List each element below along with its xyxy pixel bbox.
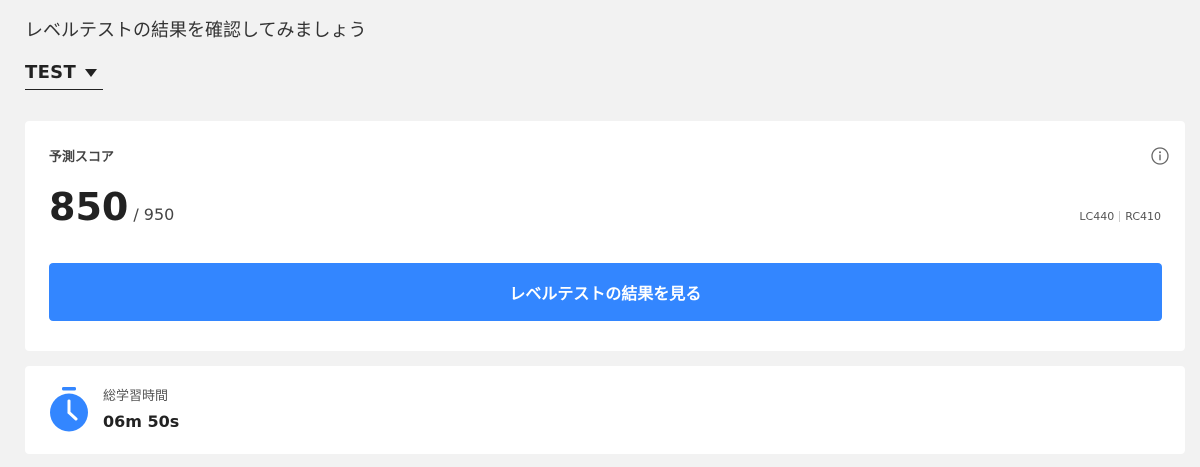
study-time-card: 総学習時間 06m 50s	[25, 366, 1185, 454]
predicted-score-label: 予測スコア	[49, 150, 115, 165]
sub-scores: LC440 RC410	[1079, 210, 1161, 223]
view-results-button[interactable]: レベルテストの結果を見る	[49, 263, 1162, 321]
score-card: 予測スコア 850 / 950 LC440 RC410 レベルテストの結果を見る	[25, 121, 1185, 351]
score-display: 850 / 950	[49, 185, 174, 229]
total-study-time-label: 総学習時間	[103, 389, 169, 404]
stopwatch-icon	[50, 387, 88, 432]
info-icon[interactable]	[1151, 147, 1169, 165]
score-value: 850	[49, 185, 129, 229]
page-heading: レベルテストの結果を確認してみましょう	[25, 20, 367, 41]
test-selector-dropdown[interactable]: TEST	[25, 56, 103, 90]
rc-score: RC410	[1125, 210, 1161, 223]
sub-score-divider	[1119, 211, 1121, 222]
test-selector-label: TEST	[25, 62, 77, 83]
total-study-time-value: 06m 50s	[103, 412, 180, 431]
lc-score: LC440	[1079, 210, 1115, 223]
score-max: / 950	[133, 205, 175, 224]
caret-down-icon	[85, 68, 98, 77]
